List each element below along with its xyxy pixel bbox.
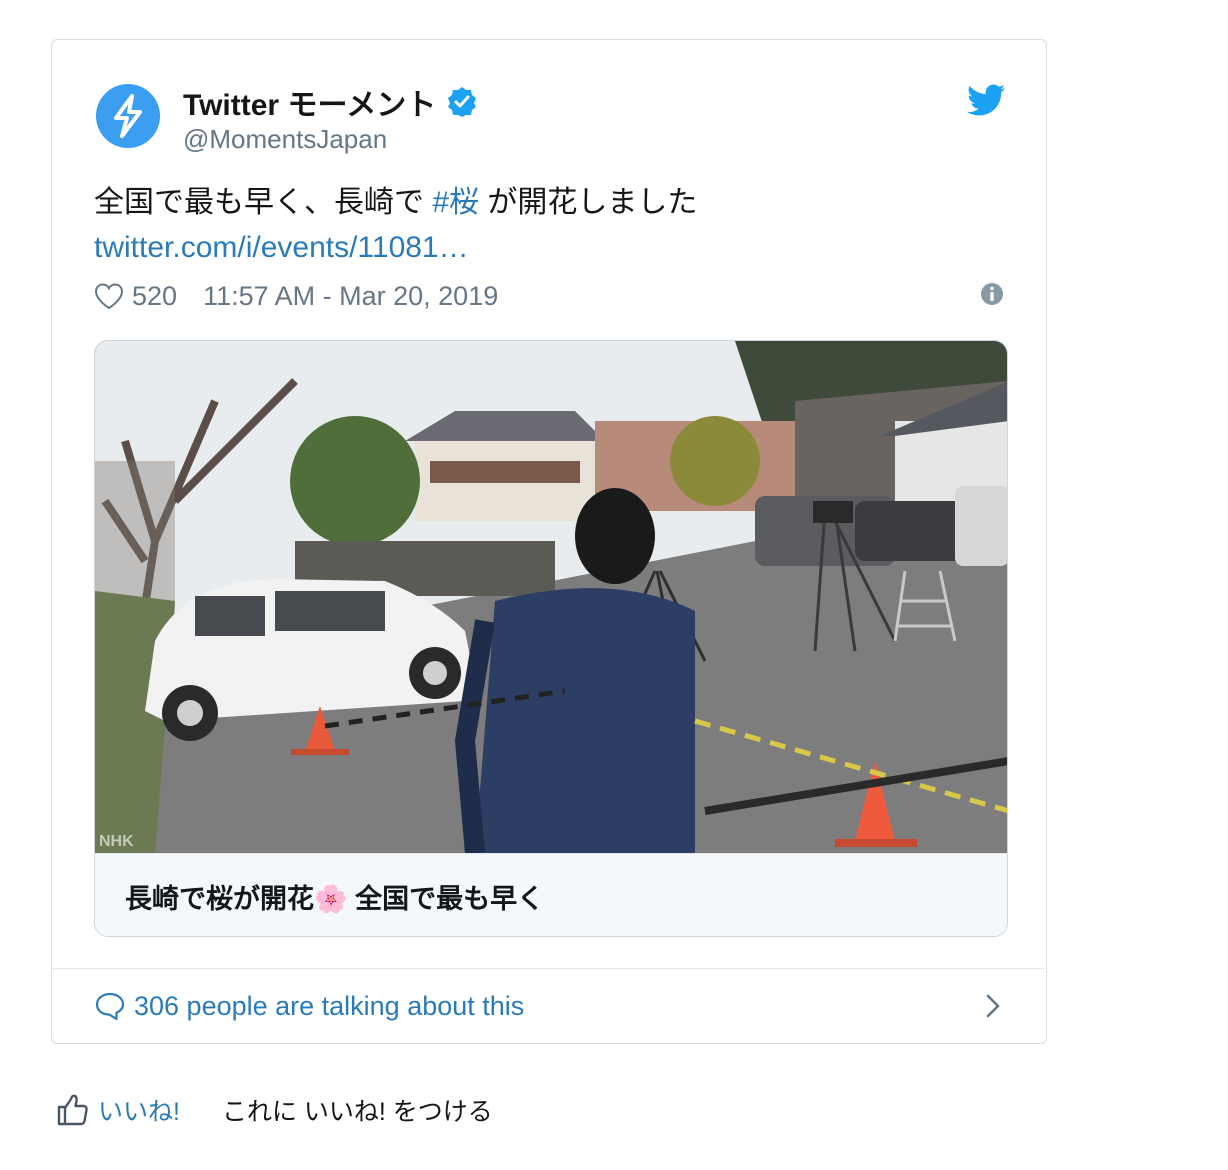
tweet-text-part2: が開花しました <box>479 186 698 219</box>
like-button[interactable]: いいね! <box>98 1092 180 1128</box>
like-prompt-text: これに いいね! をつける <box>221 1098 493 1126</box>
author-name[interactable]: Twitter モーメント <box>183 80 436 124</box>
media-image[interactable]: NHK <box>95 341 1007 853</box>
heart-icon[interactable] <box>94 282 124 310</box>
timestamp[interactable]: 11:57 AM - Mar 20, 2019 <box>203 281 498 312</box>
facebook-like-row: いいね! これに いいね! をつける <box>56 1092 493 1128</box>
avatar[interactable] <box>96 84 160 148</box>
embedded-tweet: Twitter モーメント @MomentsJapan 全国で最も早く、長崎で … <box>51 39 1047 1044</box>
tweet-text-part1: 全国で最も早く、長崎で <box>94 186 433 219</box>
tweet-text: 全国で最も早く、長崎で #桜 が開花しました twitter.com/i/even… <box>94 180 794 270</box>
page: Twitter モーメント @MomentsJapan 全国で最も早く、長崎で … <box>0 0 1228 1170</box>
moments-bolt-icon <box>114 94 142 138</box>
photo-scene <box>95 341 1007 853</box>
tweet-link[interactable]: twitter.com/i/events/11081… <box>94 231 469 264</box>
hashtag-link[interactable]: #桜 <box>432 186 479 219</box>
verified-icon <box>448 87 477 117</box>
info-icon[interactable] <box>980 282 1004 306</box>
reply-bubble-icon <box>95 992 125 1021</box>
thumbs-up-icon[interactable] <box>56 1093 90 1127</box>
author-handle[interactable]: @MomentsJapan <box>183 124 387 155</box>
nhk-watermark: NHK <box>99 833 134 850</box>
author-name-row[interactable]: Twitter モーメント <box>183 80 478 124</box>
like-count[interactable]: 520 <box>132 281 177 312</box>
media-card[interactable]: NHK 長崎で桜が開花🌸 全国で最も早く <box>94 340 1008 937</box>
talking-about-text[interactable]: 306 people are talking about this <box>134 991 524 1022</box>
tweet-meta: 520 11:57 AM - Mar 20, 2019 <box>94 278 1004 314</box>
twitter-bird-icon[interactable] <box>968 84 1006 116</box>
talking-about-link[interactable]: 306 people are talking about this <box>52 968 1045 1043</box>
media-caption[interactable]: 長崎で桜が開花🌸 全国で最も早く <box>95 853 1007 936</box>
chevron-right-icon[interactable] <box>985 993 1001 1019</box>
